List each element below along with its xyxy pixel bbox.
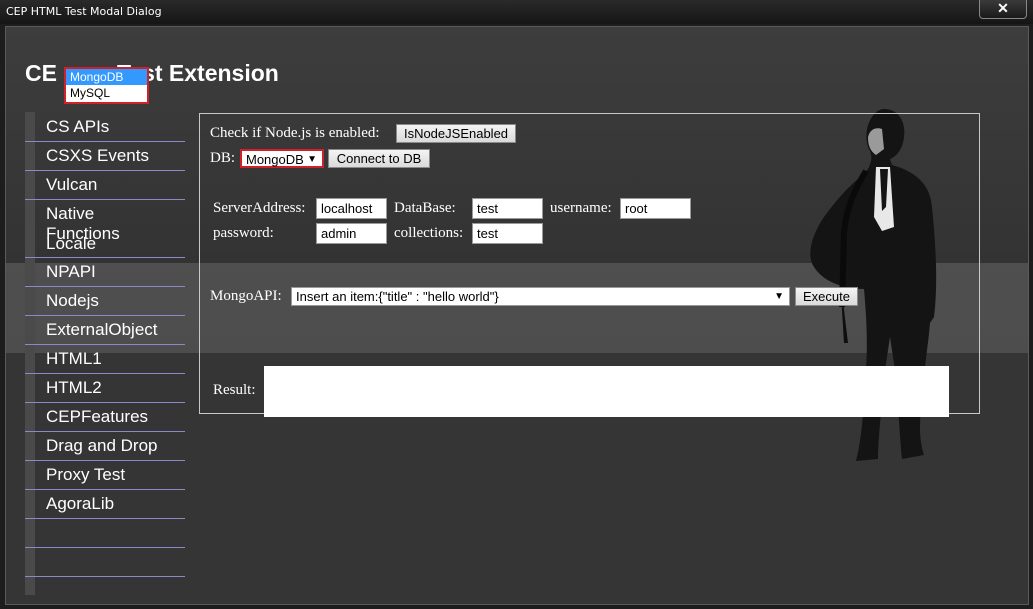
server-address-input[interactable]: localhost [316,198,387,219]
db-label: DB: [210,150,236,166]
db-select[interactable]: MongoDB ▼ [240,149,324,168]
close-button[interactable]: ✕ [979,0,1027,19]
sidebar-item-drag-and-drop[interactable]: Drag and Drop [25,431,185,461]
connect-db-button[interactable]: Connect to DB [328,149,430,168]
sidebar-item-agoralib[interactable]: AgoraLib [25,489,185,519]
page-title-left: CE [25,60,57,86]
sidebar-item-proxy-test[interactable]: Proxy Test [25,460,185,490]
sidebar-item-label: CSXS Events [46,146,149,165]
dialog-body: CE Test Extension CS APIs CSXS Events Vul… [5,26,1029,605]
mongo-api-select-value: Insert an item:{"title" : "hello world"} [296,289,499,304]
sidebar-item-nodejs[interactable]: Nodejs [25,286,185,316]
sidebar-item-locale[interactable]: Locale [25,228,185,258]
is-nodejs-enabled-button[interactable]: IsNodeJSEnabled [396,124,516,143]
sidebar-item-empty [25,547,185,577]
server-address-label: ServerAddress: [213,200,306,216]
sidebar-item-html1[interactable]: HTML1 [25,344,185,374]
window-titlebar: CEP HTML Test Modal Dialog ✕ [0,0,1033,24]
main-panel: Check if Node.js is enabled: IsNodeJSEna… [199,113,980,417]
db-option-mysql[interactable]: MySQL [66,85,147,101]
sidebar-item-vulcan[interactable]: Vulcan [25,170,185,200]
result-label: Result: [213,382,256,398]
sidebar-item-label: Proxy Test [46,465,126,484]
sidebar-item-empty [25,518,185,548]
db-select-value: MongoDB [246,152,304,167]
sidebar-item-native-functions[interactable]: Native Functions [25,199,185,243]
node-check-label: Check if Node.js is enabled: [210,125,380,141]
collections-label: collections: [394,225,464,241]
password-label: password: [213,225,274,241]
sidebar-nav: CS APIs CSXS Events Vulcan Native Functi… [25,112,185,595]
sidebar-item-cs-apis[interactable]: CS APIs [25,112,185,142]
sidebar-item-label: ExternalObject [46,320,158,339]
db-option-mongodb[interactable]: MongoDB [66,69,147,85]
sidebar-item-label: AgoraLib [46,494,115,513]
db-dropdown-list[interactable]: MongoDB MySQL [64,67,149,104]
database-label: DataBase: [394,200,456,216]
sidebar-item-label: Vulcan [46,175,98,194]
dropdown-arrow-icon: ▼ [774,291,784,302]
username-input[interactable]: root [620,198,691,219]
mongo-api-label: MongoAPI: [210,288,282,304]
result-output [264,366,949,417]
password-input[interactable]: admin [316,223,387,244]
sidebar-item-externalobject[interactable]: ExternalObject [25,315,185,345]
sidebar-item-label: Locale [46,234,97,253]
dropdown-arrow-icon: ▼ [307,154,317,165]
sidebar-item-html2[interactable]: HTML2 [25,373,185,403]
sidebar-item-csxs-events[interactable]: CSXS Events [25,141,185,171]
username-label: username: [550,200,612,216]
close-icon: ✕ [997,0,1009,16]
sidebar-item-npapi[interactable]: NPAPI [25,257,185,287]
database-input[interactable]: test [472,198,543,219]
sidebar-item-label: Native [46,204,95,223]
sidebar-item-label: HTML1 [46,349,102,368]
sidebar-item-label: CEPFeatures [46,407,149,426]
sidebar-item-label: HTML2 [46,378,102,397]
sidebar-item-label: Nodejs [46,291,99,310]
window-title: CEP HTML Test Modal Dialog [6,5,162,18]
sidebar-item-cepfeatures[interactable]: CEPFeatures [25,402,185,432]
sidebar-item-label: NPAPI [46,262,96,281]
sidebar-item-label: CS APIs [46,117,110,136]
execute-button[interactable]: Execute [795,287,858,306]
sidebar-item-label: Drag and Drop [46,436,158,455]
mongo-api-select[interactable]: Insert an item:{"title" : "hello world"}… [291,287,790,306]
collections-input[interactable]: test [472,223,543,244]
